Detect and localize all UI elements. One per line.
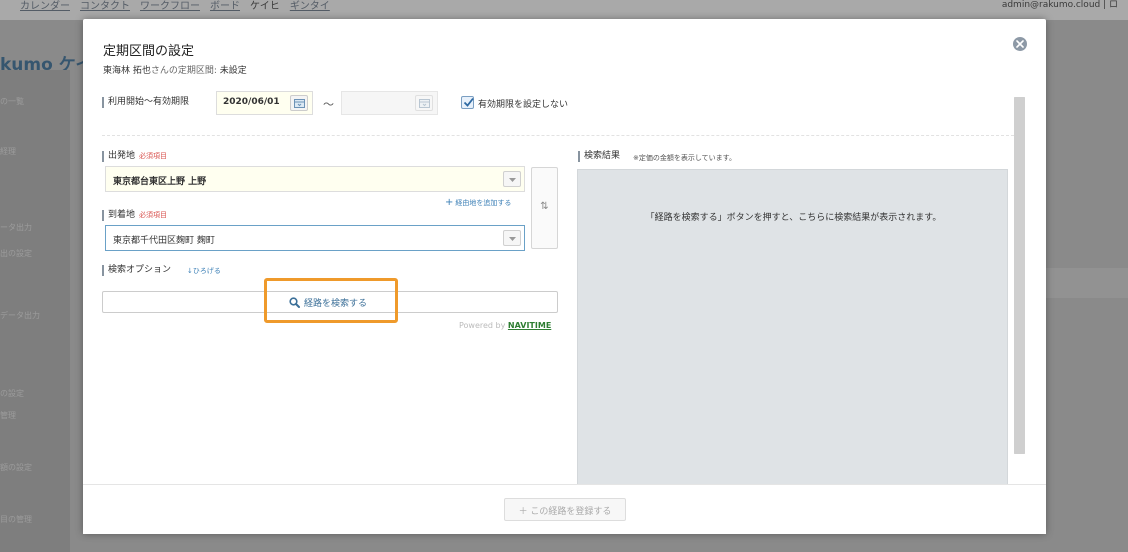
- arrival-select[interactable]: 東京都千代田区麹町 麹町: [105, 225, 525, 251]
- start-date-calendar-button[interactable]: [290, 95, 308, 111]
- bg-sidebar-item: 目の管理: [0, 515, 32, 524]
- departure-select[interactable]: 東京都台東区上野 上野: [105, 166, 525, 192]
- calendar-icon: [294, 99, 305, 108]
- bg-sidebar-item: の一覧: [0, 97, 24, 106]
- arrival-label: 到着地 必須項目: [102, 210, 167, 221]
- swap-icon: ⇅: [540, 201, 549, 212]
- background-row: [1046, 268, 1128, 298]
- departure-value: 東京都台東区上野 上野: [113, 177, 207, 187]
- dialog-title: 定期区間の設定: [103, 44, 195, 59]
- bg-nav-workflow: ワークフロー: [140, 1, 200, 12]
- bg-nav-board: ボード: [210, 1, 240, 12]
- highlight-frame: [264, 278, 398, 323]
- bg-sidebar-item: 管理: [0, 411, 16, 420]
- departure-label: 出発地 必須項目: [102, 151, 167, 162]
- powered-by: Powered by NAVITIME: [459, 321, 551, 330]
- close-icon: [1016, 40, 1024, 48]
- bg-sidebar-item: 経理: [0, 147, 16, 156]
- commuter-pass-dialog: 定期区間の設定 東海林 拓也さんの定期区間: 未設定 利用開始〜有効期限 202…: [83, 19, 1046, 534]
- required-badge: 必須項目: [139, 152, 168, 160]
- dialog-footer: ＋ この経路を登録する: [83, 484, 1046, 534]
- results-note: ※定価の金額を表示しています。: [633, 154, 736, 162]
- plus-icon: +: [445, 197, 454, 208]
- bg-nav-keihi: ケイヒ: [250, 1, 280, 12]
- add-via-link[interactable]: + 経由地を追加する: [445, 197, 511, 208]
- dialog-subtitle: 東海林 拓也さんの定期区間: 未設定: [103, 63, 247, 76]
- bg-nav-contact: コンタクト: [80, 1, 130, 12]
- no-expiry-label[interactable]: 有効期限を設定しない: [478, 97, 568, 110]
- period-label: 利用開始〜有効期限: [102, 97, 189, 108]
- search-options-label: 検索オプション: [102, 265, 171, 276]
- start-date-value: 2020/06/01: [223, 97, 280, 107]
- bg-sidebar-item: データ出力: [0, 311, 40, 320]
- required-badge: 必須項目: [139, 211, 168, 219]
- arrival-value: 東京都千代田区麹町 麹町: [113, 236, 215, 246]
- bg-sidebar-item: 出の設定: [0, 249, 32, 258]
- expand-options-link[interactable]: ↓ひろげる: [187, 266, 221, 276]
- calendar-icon: [419, 99, 430, 108]
- no-expiry-checkbox[interactable]: [461, 96, 474, 109]
- departure-label-text: 出発地: [108, 151, 136, 161]
- powered-prefix: Powered by: [459, 321, 506, 330]
- arrival-label-text: 到着地: [108, 210, 136, 220]
- close-button[interactable]: [1013, 37, 1027, 51]
- user-name: 東海林 拓也: [103, 66, 151, 76]
- register-route-button[interactable]: ＋ この経路を登録する: [504, 498, 626, 521]
- bg-sidebar-item: の設定: [0, 389, 24, 398]
- bg-nav-calendar: カレンダー: [20, 1, 70, 12]
- chevron-down-icon: [509, 178, 516, 182]
- add-via-label: 経由地を追加する: [455, 199, 512, 207]
- results-panel: 「経路を検索する」ボタンを押すと、こちらに検索結果が表示されます。: [577, 169, 1008, 485]
- subtitle-value: 未設定: [219, 66, 247, 76]
- chevron-down-icon: [509, 237, 516, 241]
- end-date-field[interactable]: [341, 91, 438, 115]
- subtitle-label: さんの定期区間:: [150, 66, 217, 76]
- background-nav: カレンダー コンタクト ワークフロー ボード ケイヒ ギンタイ: [20, 0, 330, 12]
- arrival-dropdown-button[interactable]: [503, 230, 521, 246]
- swap-stations-button[interactable]: ⇅: [531, 167, 558, 249]
- background-user: admin@rakumo.cloud | ロ: [1001, 0, 1118, 10]
- results-label: 検索結果: [578, 151, 620, 162]
- results-empty-message: 「経路を検索する」ボタンを押すと、こちらに検索結果が表示されます。: [645, 213, 942, 223]
- divider: [102, 135, 1014, 136]
- start-date-field[interactable]: 2020/06/01: [216, 91, 313, 115]
- date-separator: 〜: [323, 98, 334, 111]
- bg-sidebar-item: 額の設定: [0, 463, 32, 472]
- bg-nav-kintai: ギンタイ: [289, 1, 330, 12]
- scrollbar-thumb[interactable]: [1014, 97, 1025, 454]
- navitime-link[interactable]: NAVITIME: [508, 321, 551, 330]
- end-date-calendar-button[interactable]: [415, 95, 433, 111]
- departure-dropdown-button[interactable]: [503, 171, 521, 187]
- scrollbar[interactable]: [1014, 97, 1025, 454]
- bg-sidebar-item: ータ出力: [0, 223, 32, 232]
- checkmark-icon: [463, 97, 474, 107]
- background-sidebar: の一覧 経理 ータ出力 出の設定 データ出力 の設定 管理 額の設定 目の管理: [0, 70, 70, 552]
